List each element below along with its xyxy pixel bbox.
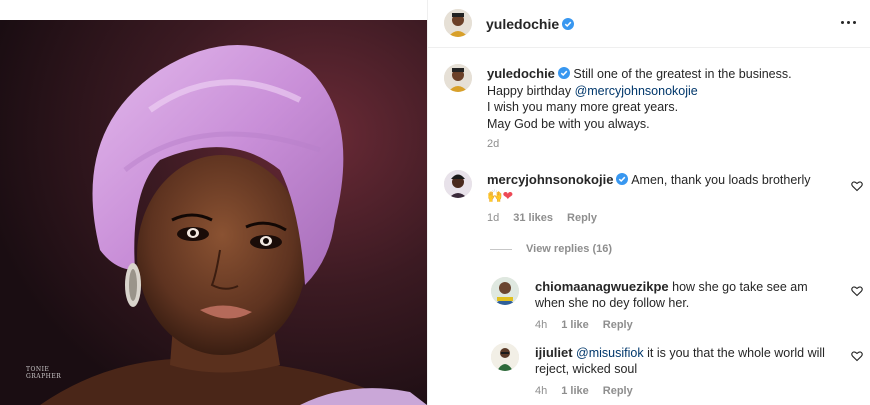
caption-mention-link[interactable]: @mercyjohnsonokojie <box>575 84 698 98</box>
like-heart-icon[interactable] <box>851 350 863 362</box>
caption-line-2-prefix: Happy birthday <box>487 83 575 98</box>
reply-reply-button[interactable]: Reply <box>603 319 633 331</box>
reply-timestamp[interactable]: 4h <box>535 385 547 397</box>
reply-username[interactable]: chiomaanagwuezikpe <box>535 279 669 294</box>
post-side-panel: yuledochie yuledochie Still one of the g… <box>427 0 870 405</box>
caption-line-3: I wish you many more great years. <box>487 100 679 114</box>
reply-text-line-2: when she no dey follow her. <box>535 296 690 310</box>
like-heart-icon[interactable] <box>851 180 863 192</box>
comment-timestamp[interactable]: 1d <box>487 212 499 224</box>
commenter-avatar[interactable] <box>444 170 472 198</box>
verified-badge-icon <box>562 18 575 30</box>
reply-avatar[interactable] <box>491 277 519 305</box>
comment-item: mercyjohnsonokojie Amen, thank you loads… <box>487 172 847 204</box>
view-replies-button[interactable]: View replies (16) <box>490 243 612 255</box>
reply-mention-link[interactable]: @misusifiok <box>576 346 644 360</box>
author-avatar[interactable] <box>444 9 472 37</box>
verified-badge-icon <box>557 67 570 79</box>
reply-username[interactable]: ijiuliet <box>535 345 573 360</box>
like-heart-icon[interactable] <box>851 285 863 297</box>
verified-badge-icon <box>616 173 629 185</box>
reply-timestamp[interactable]: 4h <box>535 319 547 331</box>
comment-username[interactable]: mercyjohnsonokojie <box>487 172 613 187</box>
post-header: yuledochie <box>428 0 870 48</box>
reply-reply-button[interactable]: Reply <box>603 385 633 397</box>
caption-author-avatar[interactable] <box>444 64 472 92</box>
caption-timestamp[interactable]: 2d <box>487 136 857 153</box>
reply-meta: 4h 1 like Reply <box>535 319 633 331</box>
post-caption: yuledochie Still one of the greatest in … <box>487 66 857 153</box>
comment-emoji: 🙌❤ <box>487 189 514 203</box>
author-username[interactable]: yuledochie <box>486 16 559 32</box>
reply-likes-count[interactable]: 1 like <box>561 385 589 397</box>
view-replies-label: View replies (16) <box>526 243 613 255</box>
more-options-icon[interactable] <box>841 16 857 30</box>
reply-item: ijiuliet @misusifiok it is you that the … <box>535 345 845 377</box>
comment-reply-button[interactable]: Reply <box>567 212 597 224</box>
reply-text-line-2: reject, wicked soul <box>535 362 638 376</box>
caption-line-4: May God be with you always. <box>487 116 650 131</box>
post-photo[interactable]: TONIE GRAPHER <box>0 20 427 405</box>
comment-meta: 1d 31 likes Reply <box>487 212 597 224</box>
reply-meta: 4h 1 like Reply <box>535 385 633 397</box>
reply-text-line-1: it is you that the whole world will <box>647 346 825 360</box>
reply-avatar[interactable] <box>491 343 519 371</box>
portrait-image <box>0 20 427 405</box>
reply-likes-count[interactable]: 1 like <box>561 319 589 331</box>
replies-divider-line <box>490 248 512 250</box>
reply-item: chiomaanagwuezikpe how she go take see a… <box>535 279 845 311</box>
reply-text-line-1: how she go take see am <box>672 280 808 294</box>
caption-line-1: Still one of the greatest in the busines… <box>573 67 792 81</box>
comment-text: Amen, thank you loads brotherly <box>631 173 811 187</box>
comment-likes-count[interactable]: 31 likes <box>513 212 553 224</box>
caption-username[interactable]: yuledochie <box>487 66 555 81</box>
photographer-watermark: TONIE GRAPHER <box>26 366 62 380</box>
